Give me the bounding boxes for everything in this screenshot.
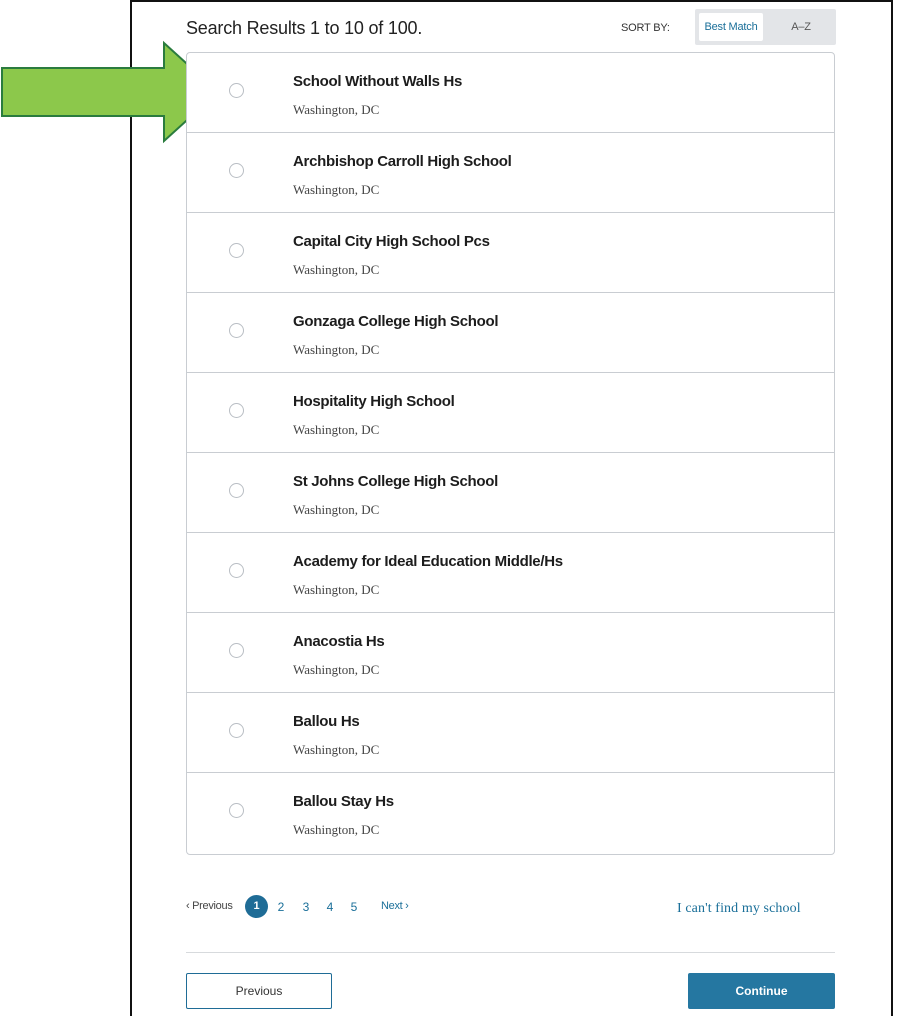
school-name: Hospitality High School [293, 393, 455, 410]
results-header: Search Results 1 to 10 of 100. SORT BY: … [186, 9, 836, 45]
sort-a-z-button[interactable]: A–Z [771, 13, 831, 41]
sort-toggle: Best Match A–Z [695, 9, 836, 45]
pagination-page-4[interactable]: 4 [322, 900, 338, 914]
school-location: Washington, DC [293, 262, 380, 277]
school-location: Washington, DC [293, 422, 380, 437]
school-results-list: School Without Walls Hs Washington, DC A… [186, 52, 835, 855]
school-location: Washington, DC [293, 662, 380, 677]
pagination-previous-link[interactable]: ‹ Previous [186, 900, 233, 912]
pagination-page-1[interactable]: 1 [245, 895, 268, 918]
school-location: Washington, DC [293, 822, 380, 837]
radio-button[interactable] [229, 483, 244, 498]
list-item[interactable]: Ballou Stay Hs Washington, DC [187, 773, 834, 853]
list-item[interactable]: Ballou Hs Washington, DC [187, 693, 834, 773]
list-item[interactable]: School Without Walls Hs Washington, DC [187, 53, 834, 133]
list-item[interactable]: Academy for Ideal Education Middle/Hs Wa… [187, 533, 834, 613]
school-name: School Without Walls Hs [293, 73, 463, 90]
school-name: Capital City High School Pcs [293, 233, 490, 250]
pagination-page-5[interactable]: 5 [346, 900, 362, 914]
school-location: Washington, DC [293, 582, 380, 597]
previous-button[interactable]: Previous [186, 973, 332, 1009]
radio-button[interactable] [229, 643, 244, 658]
sort-best-match-button[interactable]: Best Match [699, 13, 763, 41]
continue-button[interactable]: Continue [688, 973, 835, 1009]
school-name: Gonzaga College High School [293, 313, 499, 330]
radio-button[interactable] [229, 163, 244, 178]
list-item[interactable]: St Johns College High School Washington,… [187, 453, 834, 533]
school-location: Washington, DC [293, 742, 380, 757]
radio-button[interactable] [229, 403, 244, 418]
radio-button[interactable] [229, 563, 244, 578]
pagination-page-3[interactable]: 3 [298, 900, 314, 914]
school-location: Washington, DC [293, 102, 380, 117]
school-location: Washington, DC [293, 502, 380, 517]
school-name: Ballou Hs [293, 713, 360, 730]
radio-button[interactable] [229, 243, 244, 258]
radio-button[interactable] [229, 803, 244, 818]
pagination-next-link[interactable]: Next › [381, 900, 409, 912]
school-name: Academy for Ideal Education Middle/Hs [293, 553, 563, 570]
school-name: St Johns College High School [293, 473, 498, 490]
list-item[interactable]: Capital City High School Pcs Washington,… [187, 213, 834, 293]
list-item[interactable]: Gonzaga College High School Washington, … [187, 293, 834, 373]
school-location: Washington, DC [293, 182, 380, 197]
divider [186, 952, 835, 953]
results-count-title: Search Results 1 to 10 of 100. [186, 18, 423, 38]
pagination: ‹ Previous 1 2 3 4 5 Next › [186, 894, 486, 920]
list-item[interactable]: Hospitality High School Washington, DC [187, 373, 834, 453]
list-item[interactable]: Archbishop Carroll High School Washingto… [187, 133, 834, 213]
radio-button[interactable] [229, 323, 244, 338]
school-name: Ballou Stay Hs [293, 793, 394, 810]
school-name: Anacostia Hs [293, 633, 385, 650]
school-location: Washington, DC [293, 342, 380, 357]
radio-button[interactable] [229, 83, 244, 98]
pagination-page-2[interactable]: 2 [273, 900, 289, 914]
cant-find-school-link[interactable]: I can't find my school [677, 901, 801, 917]
school-name: Archbishop Carroll High School [293, 153, 512, 170]
radio-button[interactable] [229, 723, 244, 738]
sort-by-label: SORT BY: [621, 22, 670, 34]
list-item[interactable]: Anacostia Hs Washington, DC [187, 613, 834, 693]
